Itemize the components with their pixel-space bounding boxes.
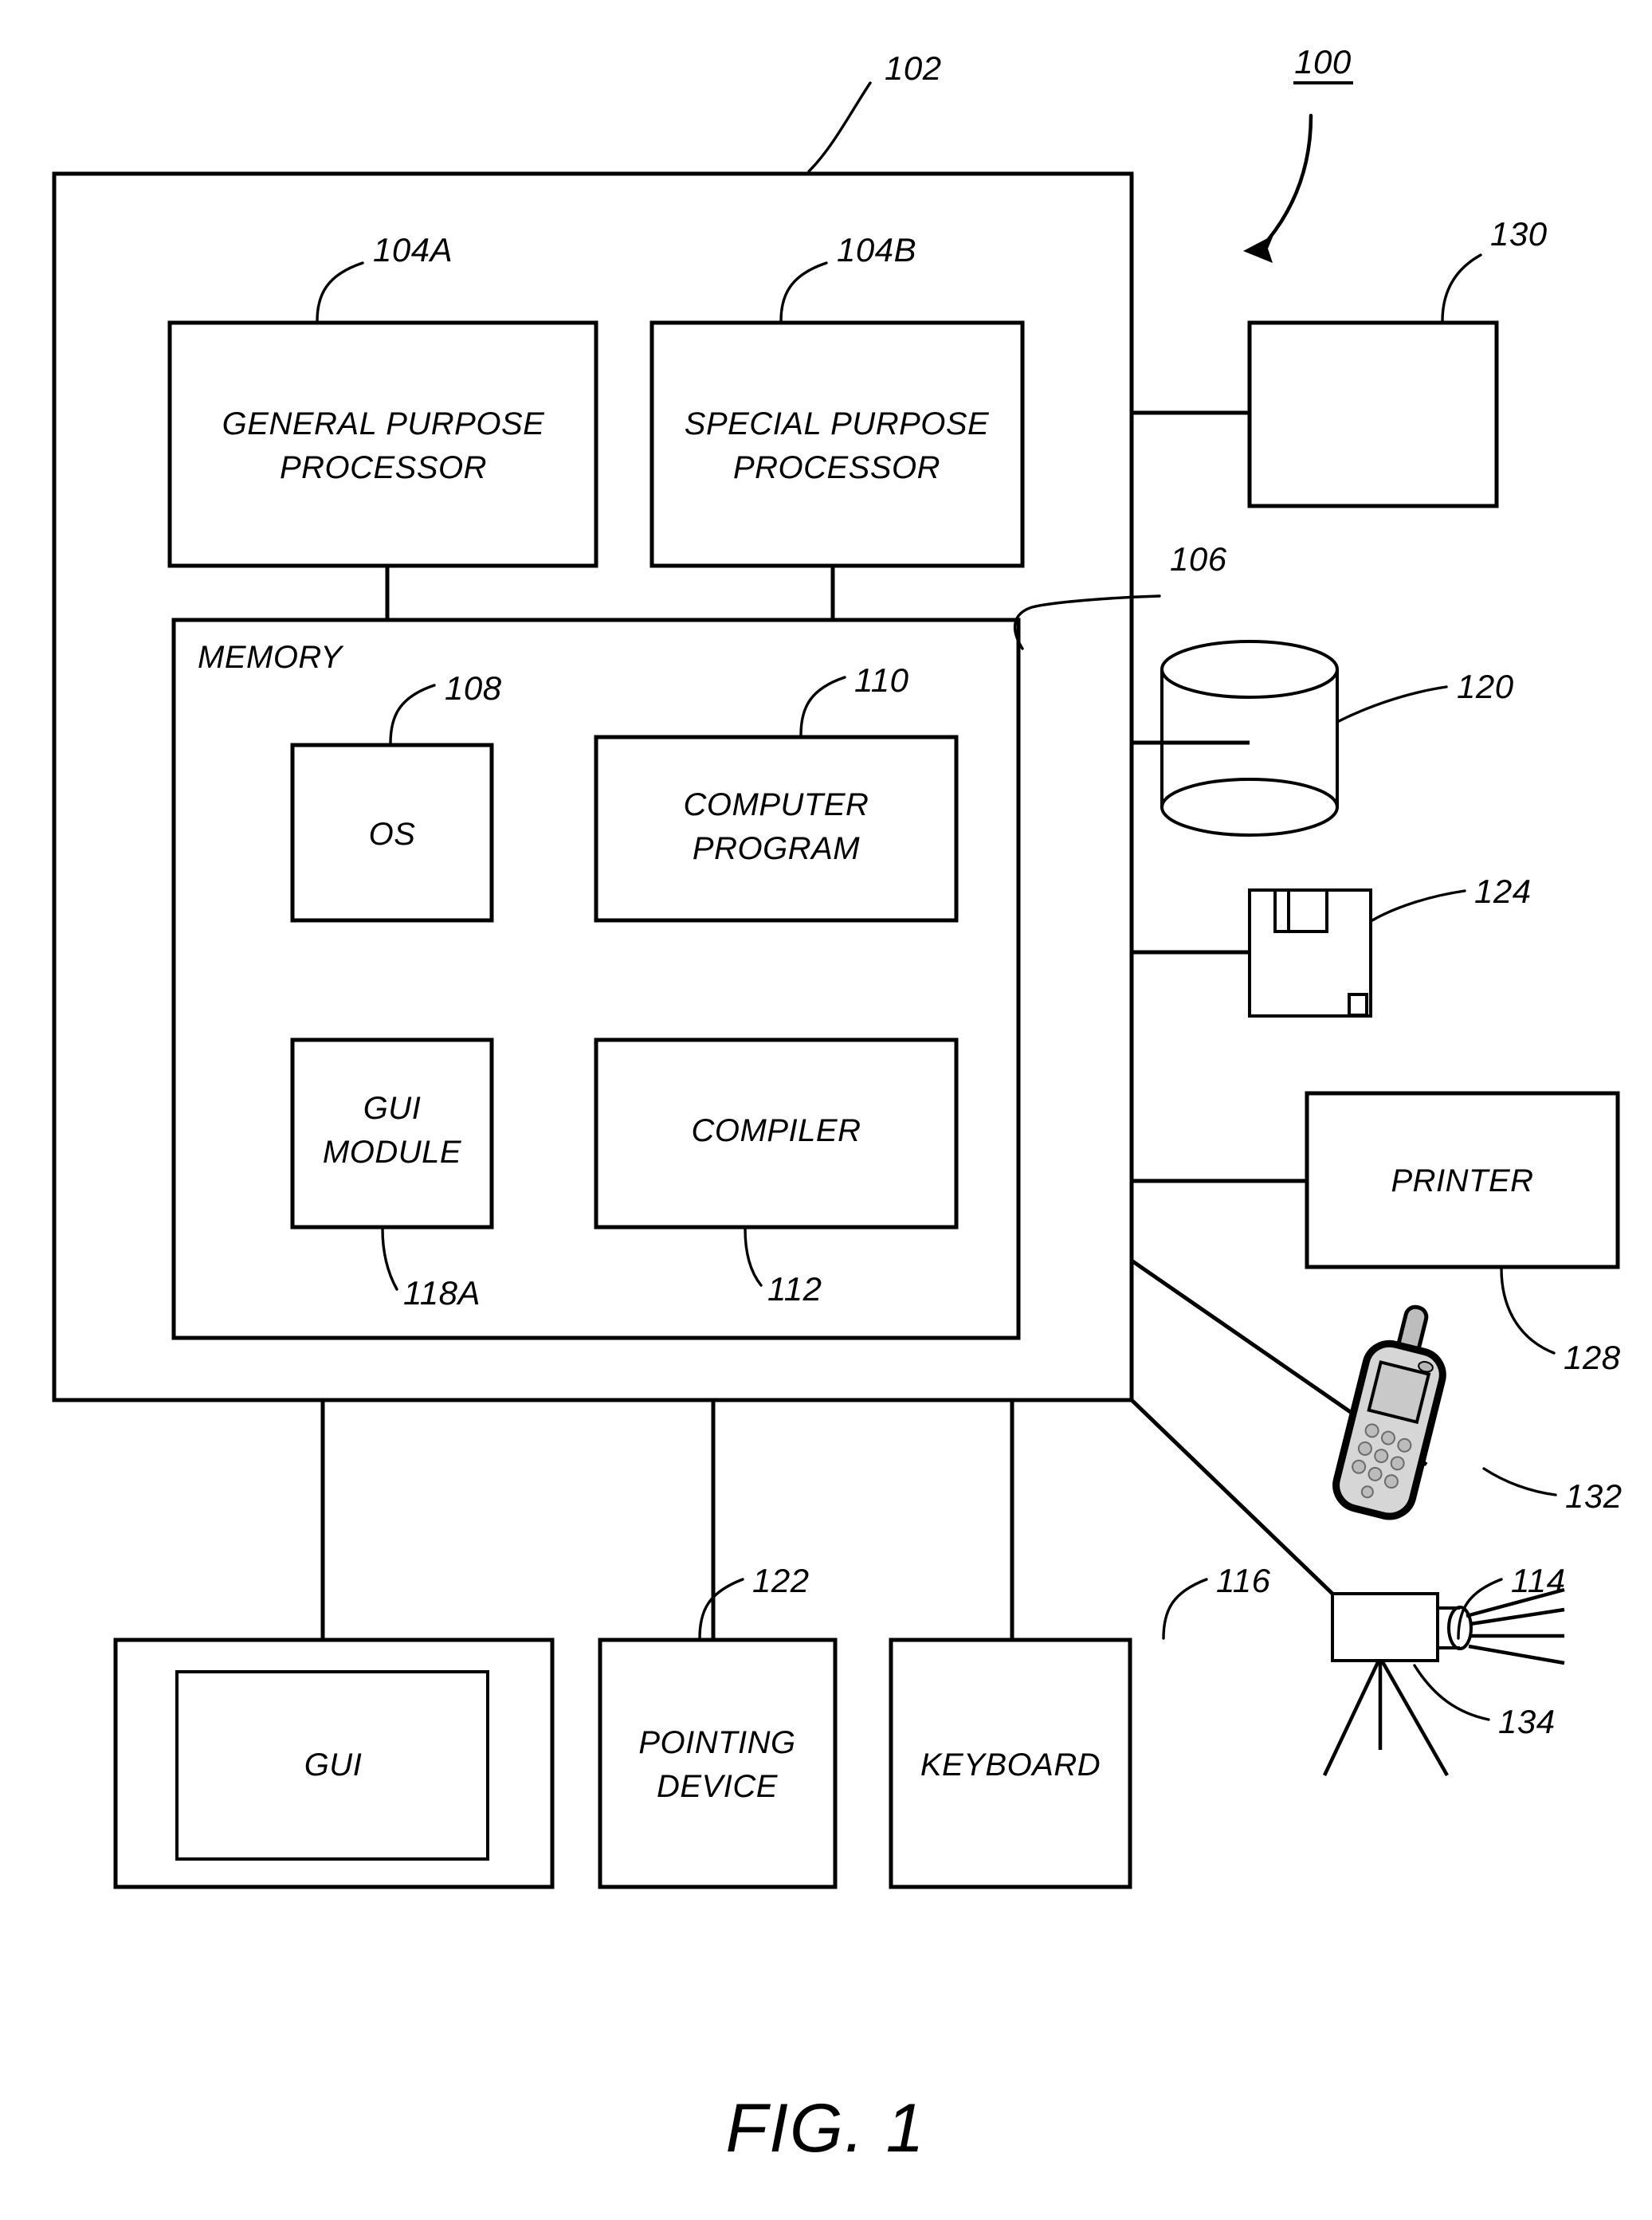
ref-108: 108	[445, 669, 502, 707]
leader-124	[1371, 889, 1466, 922]
camera-ray-4	[1468, 1644, 1565, 1665]
general-purpose-processor-label-line1: GENERAL PURPOSE	[222, 406, 545, 441]
patent-figure-1: 100 102 104A 104B 106 108 110 118A 112 1…	[0, 0, 1652, 2220]
memory-box	[171, 618, 1021, 1340]
ref-106: 106	[1170, 540, 1227, 578]
leader-104B	[779, 261, 828, 323]
keyboard-label: KEYBOARD	[920, 1747, 1101, 1783]
general-purpose-processor-box	[167, 320, 598, 568]
device-130-box	[1247, 320, 1499, 508]
system-callout-100	[1243, 81, 1353, 263]
ref-124: 124	[1474, 873, 1532, 910]
figure-canvas: 100 102 104A 104B 106 108 110 118A 112 1…	[52, 43, 1623, 2167]
camera-projector-134	[1322, 1587, 1565, 1777]
ref-130: 130	[1490, 215, 1548, 253]
ref-122: 122	[752, 1562, 810, 1599]
leader-132	[1482, 1467, 1557, 1496]
cylinder-top-ellipse	[1160, 640, 1339, 699]
storage-cylinder-120	[1160, 640, 1339, 837]
leader-108	[389, 684, 436, 745]
pointing-device-label-line1: POINTING	[638, 1725, 795, 1760]
special-purpose-processor-label-line2: PROCESSOR	[733, 450, 940, 485]
floppy-outer	[1248, 888, 1372, 1018]
leader-112	[744, 1227, 763, 1287]
computer-program-box	[594, 735, 959, 923]
computer-program-label-line2: PROGRAM	[693, 831, 860, 866]
special-purpose-processor-label-line1: SPECIAL PURPOSE	[685, 406, 990, 441]
leader-110	[799, 676, 846, 737]
printer-label: PRINTER	[1391, 1163, 1533, 1198]
tripod-leg-left	[1322, 1660, 1381, 1776]
ref-132: 132	[1565, 1477, 1623, 1515]
cylinder-bottom-back-arc	[1160, 778, 1339, 808]
ref-114: 114	[1511, 1562, 1565, 1599]
leader-134	[1413, 1664, 1490, 1721]
ref-110: 110	[854, 661, 909, 699]
leader-106	[1013, 594, 1161, 650]
ref-104B: 104B	[837, 231, 916, 269]
leader-122	[698, 1578, 744, 1640]
ref-112: 112	[767, 1270, 822, 1308]
leader-102	[807, 81, 872, 173]
system-callout-arrow-line	[1266, 113, 1313, 241]
computer-outer-box	[52, 171, 1134, 1402]
leader-128	[1500, 1267, 1556, 1355]
ref-116: 116	[1216, 1562, 1271, 1599]
ref-100: 100	[1294, 43, 1352, 80]
leader-120	[1337, 685, 1448, 723]
ref-128: 128	[1564, 1339, 1621, 1376]
leader-130	[1441, 253, 1482, 323]
floppy-write-notch	[1348, 993, 1368, 1017]
general-purpose-processor-label-line2: PROCESSOR	[280, 450, 487, 485]
computer-program-label-line1: COMPUTER	[684, 787, 869, 822]
ref-120: 120	[1457, 668, 1514, 705]
gui-module-box	[290, 1037, 494, 1230]
phone-screen	[1367, 1360, 1431, 1425]
tripod-leg-right	[1380, 1659, 1449, 1777]
camera-body	[1331, 1592, 1439, 1662]
pointing-device-box	[598, 1638, 838, 1889]
gui-module-label-line2: MODULE	[323, 1135, 462, 1170]
figure-caption: FIG. 1	[726, 2090, 926, 2167]
gui-display-label: GUI	[304, 1747, 363, 1783]
ref-104A: 104A	[373, 231, 453, 269]
pointing-device-label-line2: DEVICE	[657, 1769, 779, 1804]
system-callout-arrowhead	[1243, 235, 1273, 263]
leader-104A	[316, 261, 364, 323]
cylinder-bottom-arc	[1160, 806, 1339, 837]
gui-module-label-line1: GUI	[363, 1091, 422, 1126]
os-label: OS	[369, 817, 416, 852]
ref-118A: 118A	[403, 1274, 481, 1312]
leader-116	[1162, 1578, 1208, 1640]
leader-118A	[381, 1227, 398, 1291]
ref-134: 134	[1498, 1703, 1556, 1740]
special-purpose-processor-box	[649, 320, 1025, 568]
memory-label: MEMORY	[198, 640, 344, 675]
removable-media-124	[1248, 888, 1372, 1018]
floppy-shutter	[1273, 888, 1328, 933]
compiler-label: COMPILER	[692, 1113, 861, 1148]
ref-102: 102	[885, 49, 942, 87]
